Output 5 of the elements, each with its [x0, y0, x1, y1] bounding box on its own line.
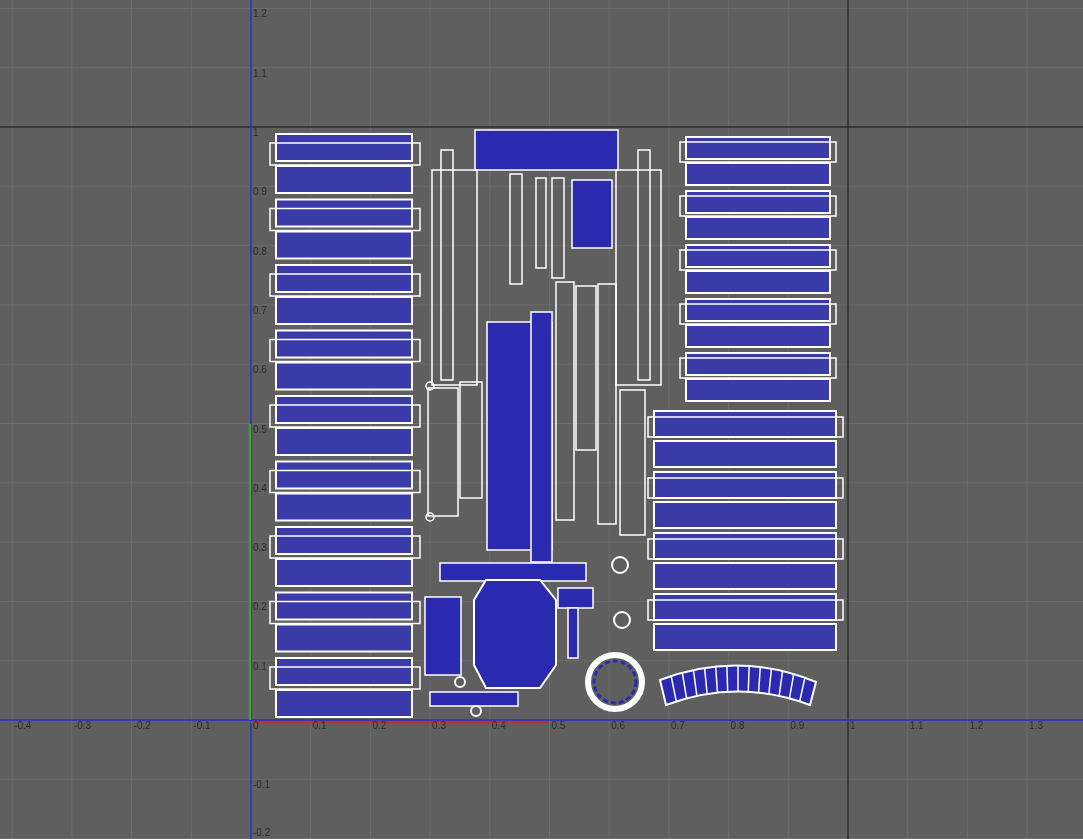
axis-label: 0 — [253, 720, 259, 732]
axis-label: 0.3 — [432, 720, 446, 732]
axis-label: 0.1 — [312, 720, 327, 732]
axis-label: 0.2 — [372, 720, 387, 732]
axis-label: 0.4 — [491, 720, 506, 732]
